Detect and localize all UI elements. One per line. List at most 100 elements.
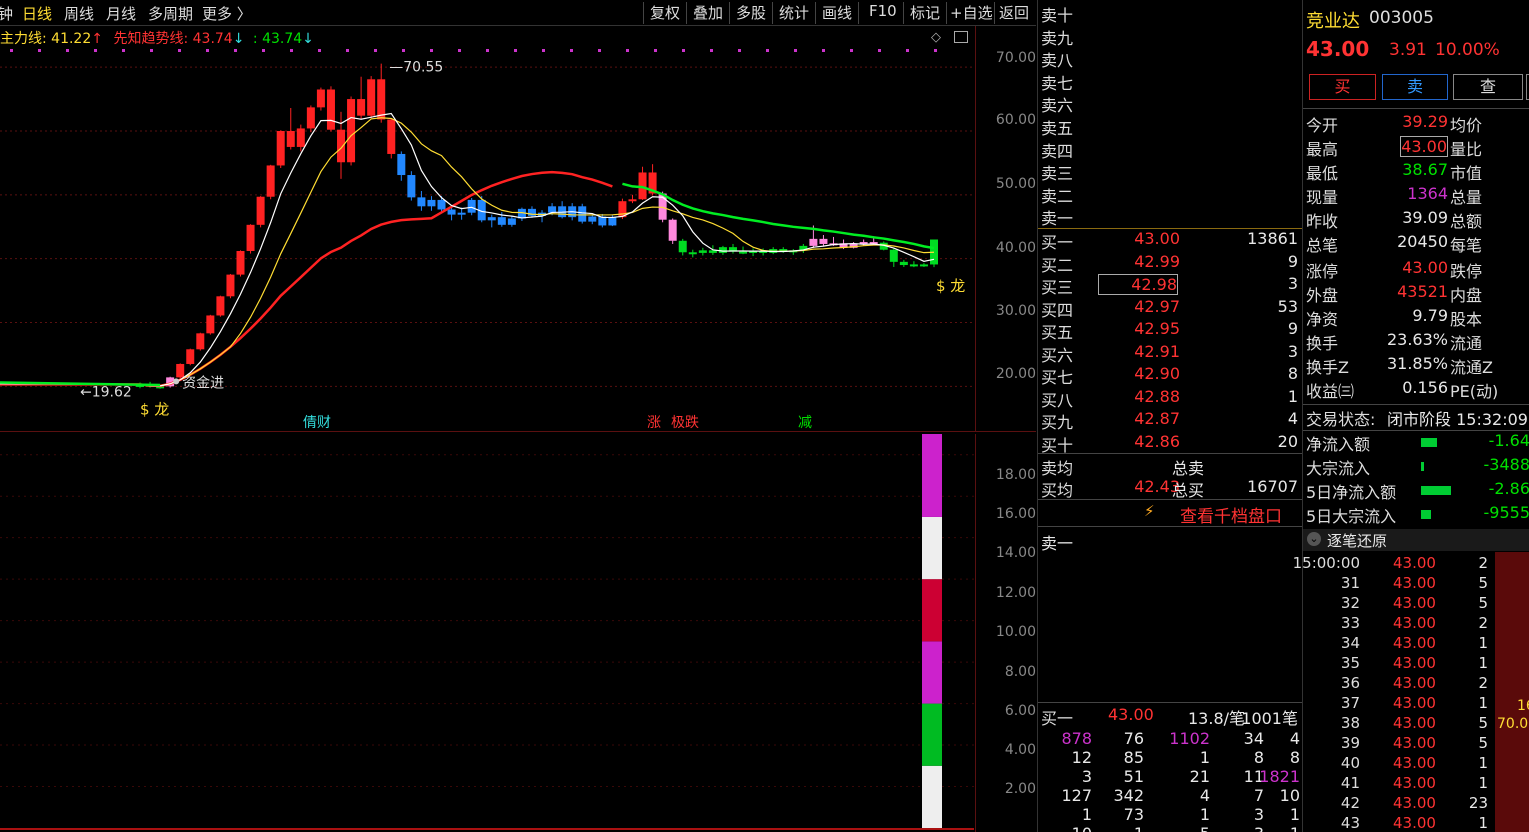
candle-body[interactable] [819,238,828,244]
tab-minute[interactable]: 钟 [0,3,13,24]
tab-weekly[interactable]: 周线 [64,3,94,24]
query-button[interactable]: 查 [1453,74,1523,100]
multi-stock-button[interactable]: 多股 [736,2,766,23]
candle-body[interactable] [226,274,235,297]
candle-body[interactable] [427,199,436,207]
candle-body[interactable] [397,153,406,176]
candle-body[interactable] [497,217,506,225]
add-watchlist-button[interactable]: +自选 [950,2,993,23]
candle-body[interactable] [909,264,918,267]
candle-body[interactable] [296,128,305,147]
bid-row[interactable]: 买五 42.95 9 [1038,319,1302,342]
candle-body[interactable] [628,199,637,202]
candle-body[interactable] [608,217,617,226]
candle-body[interactable] [467,199,476,213]
stacked-bar-segment[interactable] [922,765,942,828]
bid-row[interactable]: 买一 43.00 13861 [1038,229,1302,252]
candle-body[interactable] [196,333,205,350]
candle-body[interactable] [899,261,908,266]
sell-button[interactable]: 卖 [1382,74,1448,100]
candle-body[interactable] [919,264,928,267]
bid-row[interactable]: 买九 42.87 4 [1038,409,1302,432]
candle-body[interactable] [266,165,275,197]
tab-monthly[interactable]: 月线 [106,3,136,24]
candle-body[interactable] [487,217,496,221]
ask-row[interactable]: 卖四 [1038,138,1302,161]
diamond-icon[interactable]: ◇ [931,30,941,45]
candle-body[interactable] [347,99,356,163]
candle-body[interactable] [337,129,346,163]
adjust-button[interactable]: 复权 [650,2,680,23]
candle-body[interactable] [809,238,818,246]
candle-body[interactable] [326,89,335,130]
candle-body[interactable] [377,79,386,120]
volume-indicator-chart[interactable] [0,434,974,832]
draw-line-button[interactable]: 画线 [822,2,852,23]
candle-body[interactable] [668,219,677,241]
candle-body[interactable] [548,206,557,213]
collapse-icon[interactable]: ⌄ [1307,532,1321,546]
candle-body[interactable] [256,196,265,225]
candle-body[interactable] [437,199,446,210]
candle-body[interactable] [457,212,466,215]
candle-body[interactable] [316,89,325,108]
candle-body[interactable] [407,175,416,198]
mark-button[interactable]: 标记 [910,2,940,23]
ask-row[interactable]: 卖九 [1038,25,1302,48]
tab-multi-period[interactable]: 多周期 [148,3,193,24]
f10-button[interactable]: F10 [869,2,897,20]
ask-row[interactable]: 卖十 [1038,2,1302,25]
candle-body[interactable] [588,216,597,222]
ask-row[interactable]: 卖一 [1038,205,1302,228]
buy-button[interactable]: 买 [1309,74,1376,100]
candle-body[interactable] [718,247,727,253]
ask-row[interactable]: 卖三 [1038,160,1302,183]
candle-body[interactable] [206,315,215,334]
candle-body[interactable] [306,107,315,129]
panel-toggle-icon[interactable] [954,31,968,43]
candle-body[interactable] [357,99,366,116]
back-button[interactable]: 返回 [999,2,1029,23]
ask-row[interactable]: 卖五 [1038,115,1302,138]
ask-row[interactable]: 卖六 [1038,92,1302,115]
candle-body[interactable] [236,250,245,275]
stacked-bar-segment[interactable] [922,434,942,517]
kline-chart[interactable]: —70.55 ←19.62 $ 龙资金进 $ 龙倩财 涨极跌 减 [0,48,974,431]
stacked-bar-segment[interactable] [922,516,942,580]
tab-more[interactable]: 更多 〉 [202,3,252,24]
bid-row[interactable]: 买二 42.99 9 [1038,252,1302,275]
candle-body[interactable] [739,251,748,254]
candle-body[interactable] [286,130,295,147]
candle-body[interactable] [688,252,697,255]
bid-row[interactable]: 买六 42.91 3 [1038,342,1302,365]
ask-row[interactable]: 卖二 [1038,183,1302,206]
ticks-header[interactable]: ⌄ 逐笔还原 [1303,529,1529,551]
stats-button[interactable]: 统计 [779,2,809,23]
bid-row[interactable]: 买七 42.90 8 [1038,364,1302,387]
candle-body[interactable] [507,218,516,225]
candle-body[interactable] [698,250,707,253]
candle-body[interactable] [367,79,376,116]
tab-daily[interactable]: 日线 [22,3,52,24]
candle-body[interactable] [387,119,396,154]
thousand-level-link[interactable]: 查看千档盘口 [1180,502,1282,527]
stacked-bar-segment[interactable] [922,641,942,704]
ask-row[interactable]: 卖七 [1038,70,1302,93]
bid-row[interactable]: 买四 42.97 53 [1038,297,1302,320]
candle-body[interactable] [678,240,687,253]
overlay-button[interactable]: 叠加 [693,2,723,23]
bid-row[interactable]: 买八 42.88 1 [1038,387,1302,410]
candle-body[interactable] [186,349,195,364]
bid-row[interactable]: 买十 42.86 20 [1038,432,1302,455]
stacked-bar-segment[interactable] [922,703,942,766]
candle-body[interactable] [889,249,898,262]
bid-row[interactable]: 买三 42.98 3 [1038,274,1302,297]
candle-body[interactable] [216,296,225,316]
candle-body[interactable] [578,206,587,222]
candle-body[interactable] [276,130,285,166]
candle-body[interactable] [447,209,456,215]
stacked-bar-segment[interactable] [922,579,942,642]
candle-body[interactable] [417,197,426,207]
ask-row[interactable]: 卖八 [1038,47,1302,70]
candle-body[interactable] [246,224,255,251]
